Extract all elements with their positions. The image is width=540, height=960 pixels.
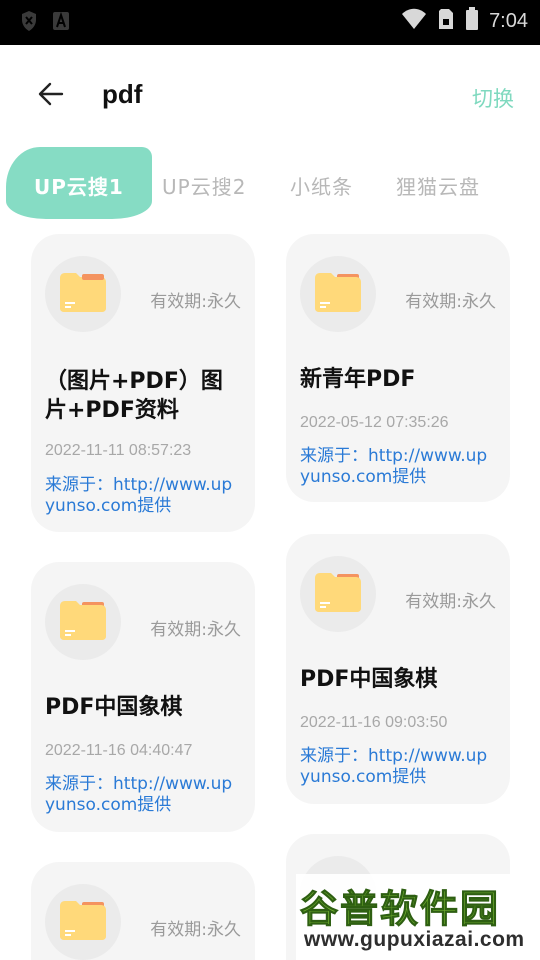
tab-xiaozhitiao[interactable]: 小纸条 <box>290 171 353 200</box>
result-title: PDF中国象棋 <box>45 695 183 720</box>
wifi-icon <box>401 8 427 34</box>
folder-icon-circle <box>45 884 121 960</box>
folder-icon <box>58 598 108 646</box>
site-watermark: 谷普软件园 www.gupuxiazai.com <box>296 874 540 960</box>
folder-icon-circle <box>45 584 121 660</box>
validity-label: 有效期:永久 <box>150 292 241 312</box>
status-bar: 7:04 <box>0 0 540 45</box>
a-icon <box>52 10 70 36</box>
result-date: 2022-05-12 07:35:26 <box>300 414 449 431</box>
sim-icon <box>437 8 455 34</box>
result-title: PDF中国象棋 <box>300 667 438 692</box>
watermark-title: 谷普软件园 <box>299 887 501 932</box>
switch-button[interactable]: 切换 <box>472 83 514 113</box>
validity-label: 有效期:永久 <box>405 592 496 612</box>
result-title: （图片+PDF）图片+PDF资料 <box>45 369 223 423</box>
validity-label: 有效期:永久 <box>150 920 241 940</box>
result-date: 2022-11-16 09:03:50 <box>300 714 448 731</box>
watermark-url: www.gupuxiazai.com <box>304 928 525 951</box>
folder-icon <box>58 270 108 318</box>
result-card[interactable]: 有效期:永久 PDF中国象棋 2022-11-16 09:03:50 来源于：h… <box>286 534 510 804</box>
result-date: 2022-11-16 04:40:47 <box>45 742 193 759</box>
result-title: 新青年PDF <box>300 367 416 392</box>
result-source-link[interactable]: 来源于：http://www.upyunso.com提供 <box>300 446 496 488</box>
tab-upyunso-1[interactable]: UP云搜1 <box>34 171 124 200</box>
tab-upyunso-2[interactable]: UP云搜2 <box>162 171 246 200</box>
app-header: pdf 切换 <box>0 45 540 145</box>
result-card[interactable]: 有效期:永久 新青年PDF 2022-05-12 07:35:26 来源于：ht… <box>286 234 510 502</box>
folder-icon <box>313 570 363 618</box>
result-source-link[interactable]: 来源于：http://www.upyunso.com提供 <box>45 475 241 517</box>
tab-limao-cloud[interactable]: 狸猫云盘 <box>396 171 480 200</box>
result-card[interactable]: 有效期:永久 PDF中国象棋 2022-11-16 04:40:47 来源于：h… <box>31 562 255 832</box>
result-date: 2022-11-11 08:57:23 <box>45 442 192 459</box>
result-source-link[interactable]: 来源于：http://www.upyunso.com提供 <box>45 774 241 816</box>
validity-label: 有效期:永久 <box>150 620 241 640</box>
status-time: 7:04 <box>489 9 528 32</box>
battery-icon <box>465 7 479 35</box>
validity-label: 有效期:永久 <box>405 292 496 312</box>
folder-icon-circle <box>300 556 376 632</box>
arrow-left-icon <box>38 81 64 111</box>
folder-icon <box>313 270 363 318</box>
folder-icon <box>58 898 108 946</box>
result-card[interactable]: 有效期:永久 <box>31 862 255 960</box>
result-card[interactable]: 有效期:永久 （图片+PDF）图片+PDF资料 2022-11-11 08:57… <box>31 234 255 532</box>
folder-icon-circle <box>45 256 121 332</box>
folder-icon-circle <box>300 256 376 332</box>
source-tabs: UP云搜1 UP云搜2 小纸条 狸猫云盘 <box>0 145 540 225</box>
page-title: pdf <box>102 79 143 109</box>
result-source-link[interactable]: 来源于：http://www.upyunso.com提供 <box>300 746 496 788</box>
shield-icon <box>20 10 38 36</box>
back-button[interactable] <box>34 79 68 113</box>
